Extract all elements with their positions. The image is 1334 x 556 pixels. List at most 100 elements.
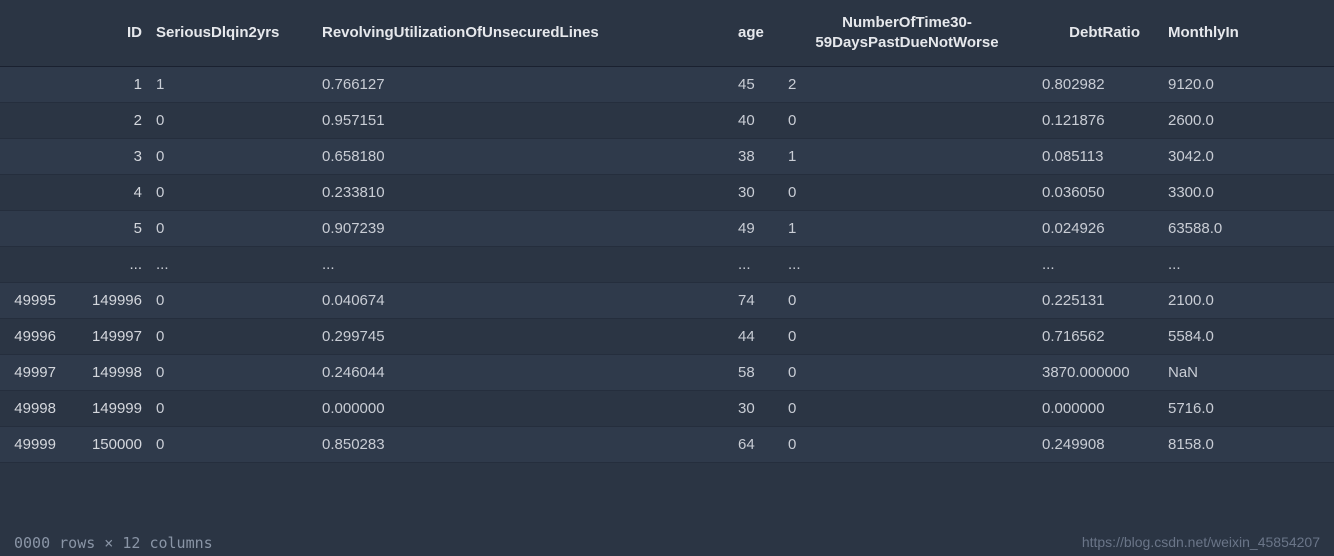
cell-debt: 0.024926 [1034, 210, 1160, 246]
cell-monthly: 3300.0 [1160, 174, 1334, 210]
cell-index [0, 66, 62, 102]
cell-index [0, 210, 62, 246]
cell-debt: ... [1034, 246, 1160, 282]
table-row[interactable]: 110.7661274520.8029829120.0 [0, 66, 1334, 102]
cell-age: 38 [730, 138, 780, 174]
cell-id: 149998 [62, 354, 148, 390]
cell-id: 150000 [62, 426, 148, 462]
cell-dlq: 0 [148, 354, 314, 390]
cell-monthly: 8158.0 [1160, 426, 1334, 462]
row-count-summary: 0000 rows × 12 columns [14, 534, 213, 552]
cell-age: 30 [730, 390, 780, 426]
cell-index [0, 174, 62, 210]
cell-age: 45 [730, 66, 780, 102]
cell-num30: 0 [780, 318, 1034, 354]
cell-debt: 0.036050 [1034, 174, 1160, 210]
column-header-monthly[interactable]: MonthlyIn [1160, 0, 1334, 66]
cell-age: 64 [730, 426, 780, 462]
cell-num30: 0 [780, 282, 1034, 318]
cell-monthly: 5716.0 [1160, 390, 1334, 426]
cell-revolv: 0.040674 [314, 282, 730, 318]
dataframe-table-container: ID SeriousDlqin2yrs RevolvingUtilization… [0, 0, 1334, 463]
cell-monthly: 2100.0 [1160, 282, 1334, 318]
cell-dlq: 0 [148, 210, 314, 246]
cell-age: 44 [730, 318, 780, 354]
cell-debt: 3870.000000 [1034, 354, 1160, 390]
cell-revolv: ... [314, 246, 730, 282]
cell-id: 149997 [62, 318, 148, 354]
cell-revolv: 0.299745 [314, 318, 730, 354]
table-row[interactable]: 4999714999800.2460445803870.000000NaN [0, 354, 1334, 390]
cell-debt: 0.802982 [1034, 66, 1160, 102]
cell-id: ... [62, 246, 148, 282]
cell-revolv: 0.000000 [314, 390, 730, 426]
table-row[interactable]: 4999614999700.2997454400.7165625584.0 [0, 318, 1334, 354]
cell-dlq: 0 [148, 174, 314, 210]
cell-debt: 0.085113 [1034, 138, 1160, 174]
table-row[interactable]: 500.9072394910.02492663588.0 [0, 210, 1334, 246]
column-header-num30[interactable]: NumberOfTime30-59DaysPastDueNotWorse [780, 0, 1034, 66]
cell-id: 5 [62, 210, 148, 246]
cell-num30: 0 [780, 102, 1034, 138]
cell-num30: 1 [780, 210, 1034, 246]
table-row[interactable]: 400.2338103000.0360503300.0 [0, 174, 1334, 210]
cell-monthly: 5584.0 [1160, 318, 1334, 354]
column-header-dlq[interactable]: SeriousDlqin2yrs [148, 0, 314, 66]
cell-num30: 0 [780, 354, 1034, 390]
cell-revolv: 0.957151 [314, 102, 730, 138]
column-header-debt[interactable]: DebtRatio [1034, 0, 1160, 66]
cell-dlq: 0 [148, 390, 314, 426]
column-header-id[interactable]: ID [62, 0, 148, 66]
cell-revolv: 0.766127 [314, 66, 730, 102]
cell-dlq: ... [148, 246, 314, 282]
cell-revolv: 0.907239 [314, 210, 730, 246]
cell-num30: 0 [780, 426, 1034, 462]
cell-index: 49998 [0, 390, 62, 426]
cell-age: 49 [730, 210, 780, 246]
cell-index [0, 138, 62, 174]
cell-num30: ... [780, 246, 1034, 282]
cell-num30: 0 [780, 390, 1034, 426]
cell-dlq: 0 [148, 426, 314, 462]
cell-monthly: 63588.0 [1160, 210, 1334, 246]
dataframe-table: ID SeriousDlqin2yrs RevolvingUtilization… [0, 0, 1334, 463]
cell-age: 74 [730, 282, 780, 318]
cell-num30: 0 [780, 174, 1034, 210]
cell-revolv: 0.246044 [314, 354, 730, 390]
cell-id: 4 [62, 174, 148, 210]
cell-debt: 0.000000 [1034, 390, 1160, 426]
cell-debt: 0.716562 [1034, 318, 1160, 354]
cell-dlq: 0 [148, 318, 314, 354]
table-row[interactable]: 200.9571514000.1218762600.0 [0, 102, 1334, 138]
cell-monthly: ... [1160, 246, 1334, 282]
table-row[interactable]: 4999915000000.8502836400.2499088158.0 [0, 426, 1334, 462]
column-header-index[interactable] [0, 0, 62, 66]
table-row[interactable]: ..................... [0, 246, 1334, 282]
cell-monthly: 3042.0 [1160, 138, 1334, 174]
cell-age: ... [730, 246, 780, 282]
cell-num30: 2 [780, 66, 1034, 102]
table-row[interactable]: 4999814999900.0000003000.0000005716.0 [0, 390, 1334, 426]
cell-age: 30 [730, 174, 780, 210]
cell-dlq: 0 [148, 138, 314, 174]
cell-revolv: 0.850283 [314, 426, 730, 462]
cell-dlq: 0 [148, 282, 314, 318]
cell-dlq: 0 [148, 102, 314, 138]
watermark: https://blog.csdn.net/weixin_45854207 [1082, 534, 1320, 552]
cell-revolv: 0.658180 [314, 138, 730, 174]
cell-debt: 0.249908 [1034, 426, 1160, 462]
table-row[interactable]: 300.6581803810.0851133042.0 [0, 138, 1334, 174]
column-header-age[interactable]: age [730, 0, 780, 66]
cell-id: 2 [62, 102, 148, 138]
footer: 0000 rows × 12 columns https://blog.csdn… [14, 534, 1320, 552]
table-body: 110.7661274520.8029829120.0200.957151400… [0, 66, 1334, 462]
cell-id: 149996 [62, 282, 148, 318]
column-header-revolv[interactable]: RevolvingUtilizationOfUnsecuredLines [314, 0, 730, 66]
table-row[interactable]: 4999514999600.0406747400.2251312100.0 [0, 282, 1334, 318]
cell-debt: 0.225131 [1034, 282, 1160, 318]
cell-monthly: NaN [1160, 354, 1334, 390]
cell-revolv: 0.233810 [314, 174, 730, 210]
cell-index: 49999 [0, 426, 62, 462]
cell-index: 49997 [0, 354, 62, 390]
cell-index: 49995 [0, 282, 62, 318]
